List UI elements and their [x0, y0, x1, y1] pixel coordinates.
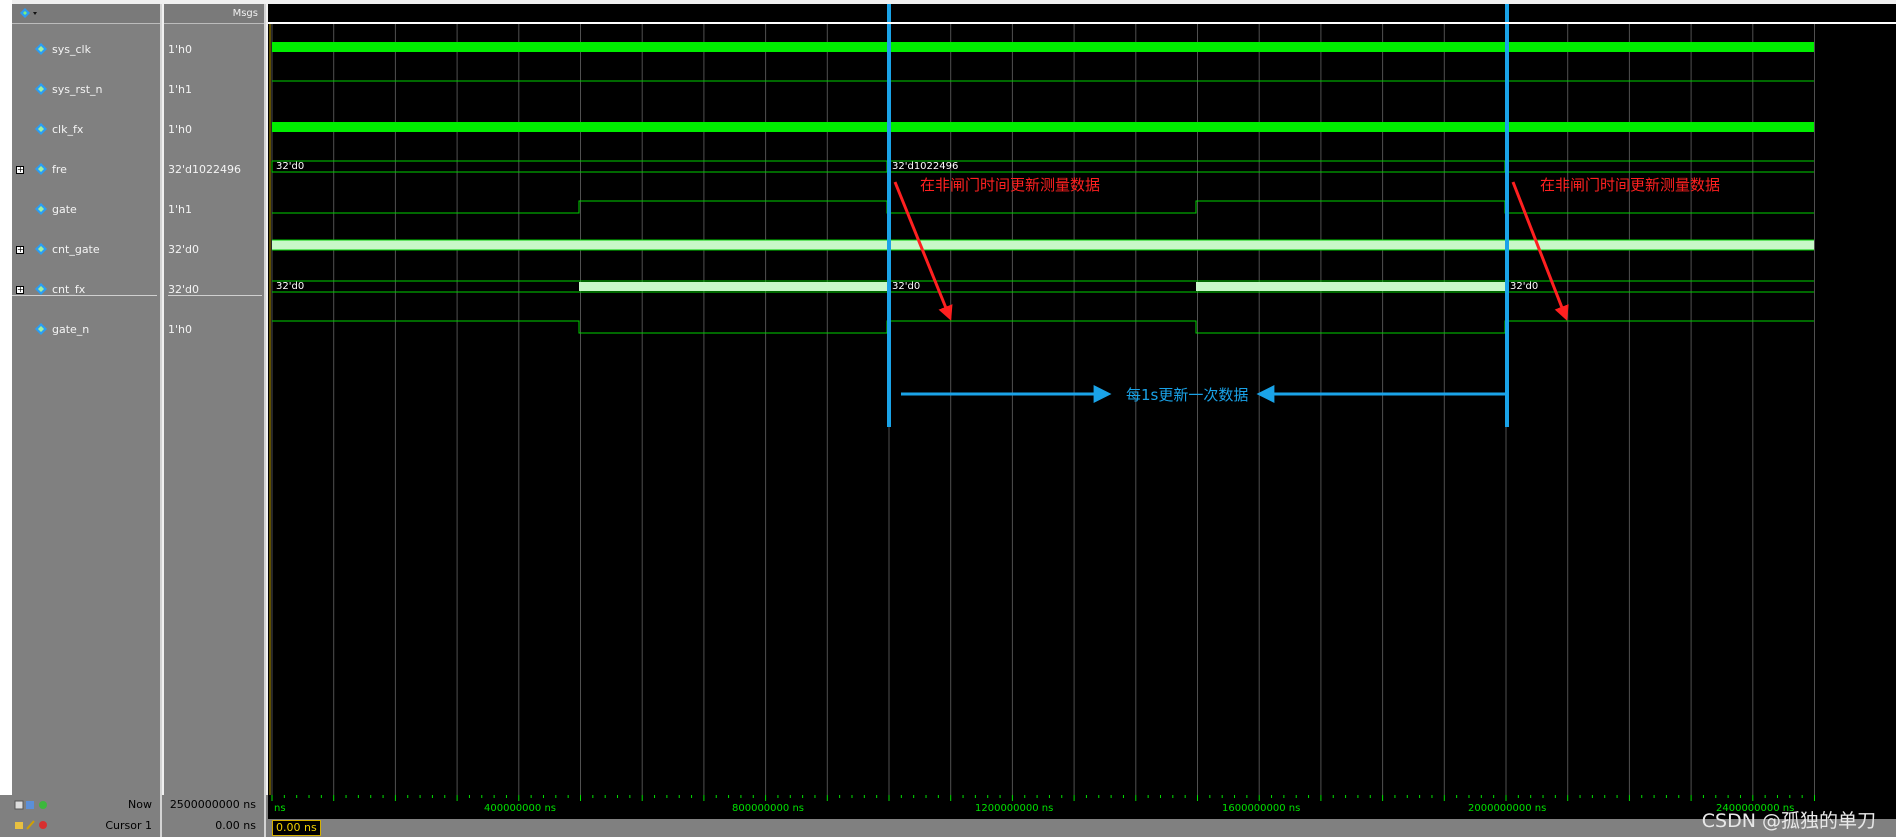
wave-header-border	[268, 22, 1896, 24]
value-row-clk-fx: 1'h0	[164, 120, 264, 140]
annotation-red-1: 在非闸门时间更新测量数据	[920, 176, 1101, 194]
bottom-values-cell: 2500000000 ns 0.00 ns	[164, 795, 266, 837]
left-margin	[0, 0, 12, 837]
values-pane-header: Msgs	[164, 4, 264, 24]
cursor-label: Cursor 1	[105, 819, 152, 832]
expand-icon[interactable]: +	[16, 286, 24, 294]
signal-value: 32'd1022496	[168, 163, 241, 176]
signal-value: 1'h1	[168, 203, 192, 216]
fre-label-mid: 32'd1022496	[892, 161, 959, 172]
signal-diamond-icon	[34, 162, 48, 176]
wave-gate-n	[272, 320, 1814, 334]
signal-name: fre	[52, 163, 67, 176]
annotation-red-2: 在非闸门时间更新测量数据	[1540, 176, 1721, 194]
cnt-fx-label-mid2: 32'd0	[1510, 281, 1539, 292]
wave-clk-fx	[272, 122, 1814, 132]
signal-name: gate	[52, 203, 77, 216]
waveform-area[interactable]: 32'd0 32'd1022496 32'd0 32'd0 32'd0 在非闸门…	[268, 4, 1896, 795]
watermark: CSDN @孤独的单刀	[1701, 810, 1876, 832]
values-divider	[168, 295, 262, 296]
msgs-header: Msgs	[232, 8, 258, 19]
waveform-canvas	[269, 4, 1815, 795]
value-row-cnt-gate: 32'd0	[164, 240, 264, 260]
signal-name: sys_clk	[52, 43, 91, 56]
value-row-gate-n: 1'h0	[164, 320, 264, 340]
tick-label-0: ns	[274, 803, 286, 814]
value-row-sys-rst-n: 1'h1	[164, 80, 264, 100]
signal-values-pane: Msgs 1'h0 1'h1 1'h0 32'd1022496 1'h1 32'd0 32'…	[164, 4, 266, 795]
wave-toolbar-icon[interactable]	[18, 6, 37, 20]
tick-label-4: 1600000000 ns	[1222, 803, 1301, 814]
value-row-fre: 32'd1022496	[164, 160, 264, 180]
now-value: 2500000000 ns	[169, 798, 256, 811]
signal-diamond-icon	[34, 42, 48, 56]
tick-label-5: 2000000000 ns	[1468, 803, 1547, 814]
signal-diamond-icon	[34, 122, 48, 136]
signal-diamond-icon	[34, 322, 48, 336]
wave-sys-clk	[272, 42, 1814, 52]
signal-row-sys-rst-n[interactable]: sys_rst_n	[12, 80, 160, 100]
signal-names-pane: sys_clk sys_rst_n clk_fx + fre gate + cnt_gate +…	[12, 4, 162, 795]
cnt-fx-label-mid1: 32'd0	[892, 281, 921, 292]
signal-name: sys_rst_n	[52, 83, 103, 96]
annotation-blue: 每1s更新一次数据	[1126, 386, 1249, 404]
cnt-fx-label-start: 32'd0	[276, 281, 305, 292]
signal-value: 1'h0	[168, 43, 192, 56]
wave-cnt-gate	[272, 239, 1814, 251]
wave-cnt-fx	[272, 280, 1814, 293]
expand-icon[interactable]: +	[16, 166, 24, 174]
signal-diamond-icon	[34, 282, 48, 296]
signal-diamond-icon	[34, 202, 48, 216]
signal-value: 1'h1	[168, 83, 192, 96]
signal-name: cnt_gate	[52, 243, 100, 256]
cursor-value: 0.00 ns	[215, 819, 256, 832]
value-row-sys-clk: 1'h0	[164, 40, 264, 60]
grid-lines	[271, 24, 1815, 795]
wave-gate	[272, 200, 1814, 214]
signal-value: 1'h0	[168, 323, 192, 336]
signal-diamond-icon	[34, 82, 48, 96]
signal-row-gate[interactable]: gate	[12, 200, 160, 220]
signal-row-cnt-fx[interactable]: + cnt_fx	[12, 280, 160, 300]
signal-diamond-icon	[34, 242, 48, 256]
timeline-ruler[interactable]: ns 400000000 ns 800000000 ns 1200000000 …	[268, 795, 1896, 819]
bottom-names-cell: Now Cursor 1	[12, 795, 162, 837]
tick-label-2: 800000000 ns	[732, 803, 804, 814]
signal-value: 32'd0	[168, 243, 200, 256]
signal-row-clk-fx[interactable]: clk_fx	[12, 120, 160, 140]
signal-row-cnt-gate[interactable]: + cnt_gate	[12, 240, 160, 260]
signal-row-gate-n[interactable]: gate_n	[12, 320, 160, 340]
wave-fre	[271, 160, 1814, 173]
expand-icon[interactable]: +	[16, 246, 24, 254]
fre-label-start: 32'd0	[276, 161, 305, 172]
signal-row-fre[interactable]: + fre	[12, 160, 160, 180]
now-label: Now	[128, 798, 152, 811]
value-row-gate: 1'h1	[164, 200, 264, 220]
value-row-cnt-fx: 32'd0	[164, 280, 264, 300]
signal-value: 1'h0	[168, 123, 192, 136]
tick-label-3: 1200000000 ns	[975, 803, 1054, 814]
signal-row-sys-clk[interactable]: sys_clk	[12, 40, 160, 60]
names-pane-header	[12, 4, 160, 24]
names-divider	[12, 295, 157, 296]
tick-label-1: 400000000 ns	[484, 803, 556, 814]
signal-name: clk_fx	[52, 123, 84, 136]
signal-name: gate_n	[52, 323, 90, 336]
cursor-time-box[interactable]: 0.00 ns	[272, 820, 321, 836]
